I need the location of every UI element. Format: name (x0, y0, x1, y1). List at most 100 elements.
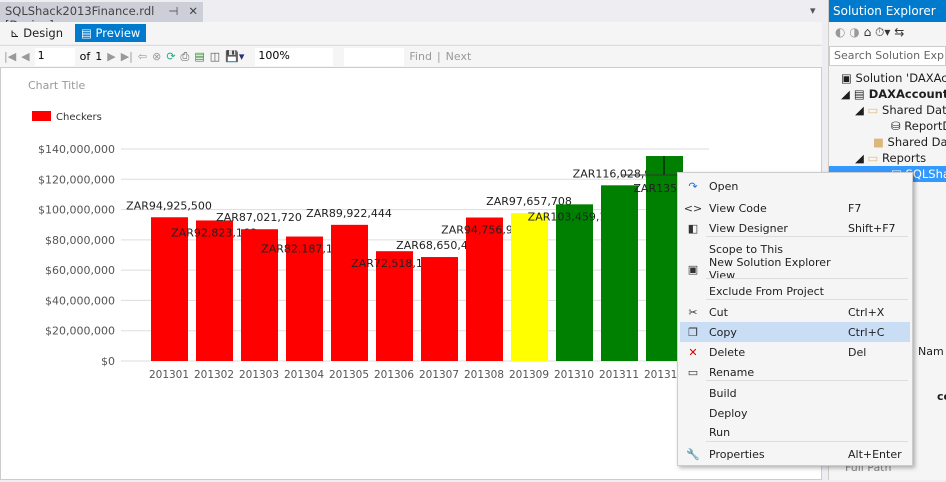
menu-separator (706, 278, 908, 279)
properties-icon: 🔧 (686, 447, 700, 461)
stop-icon[interactable]: ⊗ (152, 50, 161, 63)
menu-label: Scope to This (709, 242, 784, 256)
x-tick-label: 201301 (149, 369, 189, 381)
report-toolbar: |◀ ◀ 1 of 1 ▶ ▶| ⇦ ⊗ ⟳ ⎙ ▤ ◫ 💾▾ 100% Find | Next (0, 45, 822, 67)
view-code-icon: <> (683, 201, 703, 215)
x-tick-label: 201306 (374, 369, 414, 381)
menu-item-properties[interactable]: 🔧 Properties Alt+Enter (680, 444, 910, 464)
menu-label: View Code (709, 201, 767, 215)
se-toolbar: ◐ ◑ ⌂ ⏱▾ ⇆ (835, 25, 905, 39)
pin-icon[interactable]: ⊣ (168, 4, 178, 20)
document-tab[interactable]: SQLShack2013Finance.rdl [Design] ⊣ ✕ (0, 2, 203, 32)
tree-item[interactable]: ⛁ ReportDS (829, 118, 946, 134)
menu-shortcut: F7 (848, 201, 862, 215)
layout-icon[interactable]: ▤ (194, 50, 204, 63)
copy-icon: ❐ (688, 325, 698, 339)
menu-label: View Designer (709, 221, 788, 235)
zoom-select[interactable]: 100% (255, 47, 334, 66)
menu-item-view-designer[interactable]: ◧ View Designer Shift+F7 (680, 218, 910, 238)
x-tick-label: 201304 (284, 369, 324, 381)
y-tick-label: $40,000,000 (45, 294, 115, 307)
prev-page-icon[interactable]: ◀ (21, 50, 29, 63)
props-label: ce. (937, 390, 946, 403)
page-input[interactable]: 1 (34, 47, 75, 66)
tree-item[interactable]: ◢ ▭ Shared Data Sources (829, 102, 946, 118)
y-tick-label: $20,000,000 (45, 325, 115, 338)
menu-item-view-code[interactable]: <> View Code F7 (680, 198, 910, 218)
page-setup-icon[interactable]: ◫ (210, 50, 220, 63)
find-input[interactable] (344, 47, 405, 66)
close-icon[interactable]: ✕ (188, 4, 198, 20)
menu-item-run[interactable]: Run (680, 422, 910, 442)
find-button[interactable]: Find (409, 50, 432, 63)
tree-label: DAXAccounting (868, 87, 946, 101)
bar (331, 224, 368, 361)
menu-separator (706, 380, 908, 381)
menu-shortcut: Alt+Enter (848, 447, 902, 461)
preview-tab[interactable]: ▤ Preview (75, 24, 147, 42)
menu-item-rename[interactable]: ▭ Rename (680, 362, 910, 382)
last-page-icon[interactable]: ▶| (121, 50, 133, 63)
tree-label: Shared Datasets (887, 135, 946, 149)
view-designer-icon: ◧ (687, 221, 699, 235)
next-button[interactable]: Next (446, 50, 472, 63)
legend-swatch (32, 111, 51, 121)
tab-title: SQLShack2013Finance.rdl [Design] (5, 4, 155, 32)
menu-item-exclude-from-project[interactable]: Exclude From Project (680, 281, 910, 301)
context-menu: ↷ Open <> View Code F7 ◧ View Designer Shift+F7… (677, 172, 913, 466)
x-tick-label: 201305 (329, 369, 369, 381)
menu-label: Cut (709, 305, 728, 319)
dropdown-icon[interactable]: ▾ (810, 4, 816, 17)
menu-label: Run (709, 425, 731, 439)
refresh-icon[interactable]: ⟳ (166, 50, 175, 63)
x-tick-label: 201308 (464, 369, 504, 381)
menu-item-deploy[interactable]: Deploy (680, 403, 910, 423)
tree-label: Solution 'DAXAccounting' (855, 71, 946, 85)
menu-separator (706, 441, 908, 442)
bar (511, 213, 548, 361)
tree-item[interactable]: ◢ ▤ DAXAccounting (829, 86, 946, 102)
legend-label: Checkers (56, 112, 102, 123)
mode-bar: ⊾ Design ▤ Preview (0, 22, 822, 44)
back-icon[interactable]: ⇦ (138, 50, 147, 63)
menu-label: Open (709, 179, 739, 193)
rename-icon: ▭ (687, 365, 699, 379)
design-label: Design (23, 26, 64, 40)
print-icon[interactable]: ⎙ (181, 50, 190, 64)
bar (421, 257, 458, 361)
x-tick-label: 201302 (194, 369, 234, 381)
menu-item-build[interactable]: Build (680, 383, 910, 403)
se-search-input[interactable]: Search Solution Explorer (829, 46, 946, 66)
delete-icon: ✕ (688, 345, 698, 359)
preview-label: Preview (95, 26, 141, 40)
menu-item-new-solution-explorer-view[interactable]: ▣ New Solution Explorer View (680, 256, 910, 282)
menu-label: Properties (709, 447, 765, 461)
data-label: ZAR87,021,720 (216, 211, 302, 224)
x-tick-label: 201310 (554, 369, 594, 381)
menu-separator (706, 299, 908, 300)
menu-shortcut: Ctrl+X (848, 305, 885, 319)
bar (556, 204, 593, 361)
menu-label: Delete (709, 345, 746, 359)
menu-separator (706, 236, 908, 237)
bar (466, 217, 503, 361)
y-tick-label: $60,000,000 (45, 264, 115, 277)
tree-label: Shared Data Sources (882, 103, 946, 117)
next-page-icon[interactable]: ▶ (107, 50, 115, 63)
tree-item[interactable]: ◢ ▭ Reports (829, 150, 946, 166)
menu-item-cut[interactable]: ✂ Cut Ctrl+X (680, 302, 910, 322)
props-label: Nam (918, 345, 944, 358)
tree-item[interactable]: ■ Shared Datasets (829, 134, 946, 150)
menu-shortcut: Del (848, 345, 867, 359)
cut-icon: ✂ (688, 305, 698, 319)
tree-item[interactable]: ▣ Solution 'DAXAccounting' (829, 70, 946, 86)
menu-label: Rename (709, 365, 755, 379)
first-page-icon[interactable]: |◀ (4, 50, 16, 63)
bar (196, 220, 233, 361)
menu-item-copy[interactable]: ❐ Copy Ctrl+C (680, 322, 910, 342)
design-tab[interactable]: ⊾ Design (4, 24, 69, 42)
export-icon[interactable]: 💾▾ (225, 50, 244, 63)
menu-item-delete[interactable]: ✕ Delete Del (680, 342, 910, 362)
menu-item-open[interactable]: ↷ Open (680, 176, 910, 196)
x-tick-label: 201309 (509, 369, 549, 381)
